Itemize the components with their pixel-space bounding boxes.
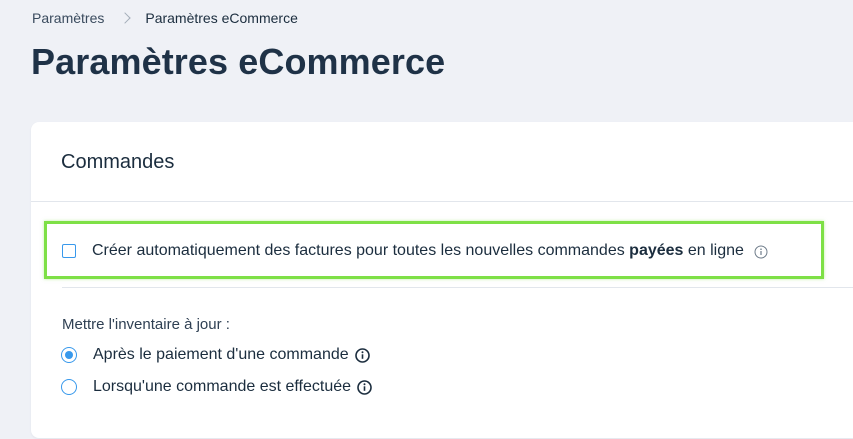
section-divider — [62, 287, 853, 288]
inventory-label: Mettre l'inventaire à jour : — [62, 316, 230, 333]
auto-invoice-checkbox[interactable] — [62, 244, 76, 258]
inventory-option-on-order[interactable]: Lorsqu'une commande est effectuée — [61, 377, 372, 397]
auto-invoice-text-before: Créer automatiquement des factures pour … — [92, 242, 630, 259]
breadcrumb-current: Paramètres eCommerce — [145, 10, 298, 26]
info-solid-icon[interactable] — [357, 379, 372, 395]
page-title: Paramètres eCommerce — [31, 41, 446, 82]
auto-invoice-label: Créer automatiquement des factures pour … — [92, 241, 744, 261]
breadcrumb: Paramètres Paramètres eCommerce — [32, 9, 298, 27]
auto-invoice-text-after: en ligne — [683, 242, 744, 259]
auto-invoice-text-bold: payées — [629, 242, 684, 259]
orders-card-header: Commandes — [31, 122, 853, 202]
breadcrumb-parent-link[interactable]: Paramètres — [32, 9, 104, 27]
radio-button[interactable] — [61, 379, 77, 395]
settings-page: Paramètres Paramètres eCommerce Paramètr… — [0, 0, 853, 439]
chevron-right-icon — [119, 12, 132, 24]
inventory-option-after-payment[interactable]: Après le paiement d'une commande — [61, 345, 370, 365]
auto-invoice-option[interactable]: Créer automatiquement des factures pour … — [62, 241, 768, 261]
inventory-option-label: Après le paiement d'une commande — [93, 346, 349, 363]
info-solid-icon[interactable] — [354, 347, 370, 363]
info-outline-icon[interactable] — [754, 245, 768, 259]
radio-button-selected[interactable] — [61, 347, 77, 363]
orders-card-title: Commandes — [61, 151, 175, 173]
orders-card: Commandes Créer automatiquement des fact… — [31, 122, 853, 438]
inventory-option-label: Lorsqu'une commande est effectuée — [93, 378, 352, 395]
